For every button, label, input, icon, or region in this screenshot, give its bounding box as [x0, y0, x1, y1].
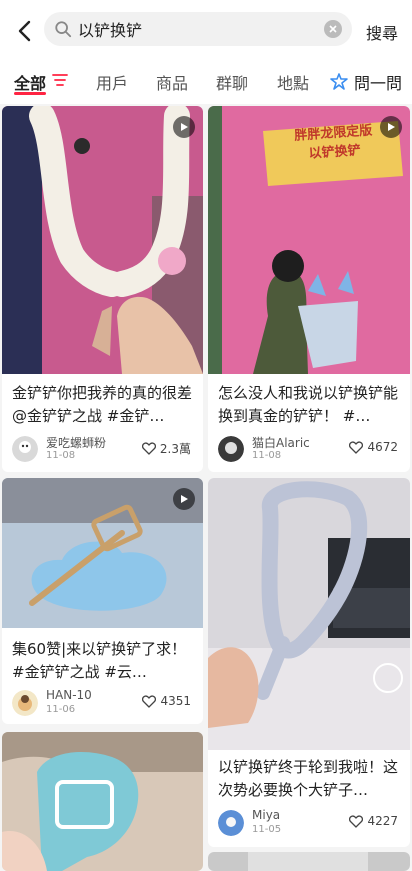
active-tab-indicator	[14, 92, 46, 95]
video-indicator	[380, 116, 402, 138]
play-icon	[388, 123, 395, 131]
author-name[interactable]: Miya	[252, 808, 280, 822]
note-cover-image	[2, 106, 203, 374]
like-button[interactable]: 4227	[349, 814, 398, 828]
post-date: 11-08	[252, 450, 282, 461]
like-count: 4351	[160, 694, 191, 708]
play-icon	[181, 123, 188, 131]
back-arrow-icon	[18, 20, 31, 42]
avatar[interactable]	[12, 690, 38, 716]
search-box[interactable]	[44, 12, 352, 46]
note-cover-image	[208, 478, 410, 750]
ask-label: 問一問	[354, 74, 403, 93]
note-card[interactable]: 金铲铲你把我养的真的很差@金铲铲之战 #金铲… 爱吃螺蛳粉 11-08 2.3萬	[2, 106, 203, 472]
note-meta: 猫白Alaric 11-08 4672	[218, 436, 402, 466]
filter-icon[interactable]	[52, 73, 68, 87]
search-input[interactable]	[78, 19, 298, 39]
tab-users[interactable]: 用戶	[96, 70, 128, 94]
tab-places[interactable]: 地點	[277, 70, 309, 94]
note-caption: 怎么没人和我说以铲换铲能换到真金的铲铲！ #…	[218, 384, 399, 425]
note-card[interactable]: 集60赞|来以铲换铲了求！ #金铲铲之战 #云… HAN-10 11-06 43…	[2, 478, 203, 724]
like-button[interactable]: 4351	[142, 694, 191, 708]
ask-button[interactable]: 問一問	[326, 67, 403, 97]
video-indicator	[173, 488, 195, 510]
like-count: 2.3萬	[159, 442, 191, 456]
sparkle-icon	[330, 73, 348, 90]
post-date: 11-05	[252, 824, 282, 835]
heart-icon	[142, 694, 157, 708]
note-cover-image	[208, 852, 410, 871]
post-date: 11-08	[46, 450, 76, 461]
author-name[interactable]: 爱吃螺蛳粉	[46, 434, 106, 451]
back-button[interactable]	[6, 13, 42, 49]
top-bar: 搜尋	[0, 0, 412, 62]
note-card[interactable]: 以铲换铲终于轮到我啦！这次势必要换个大铲子… Miya 11-05 4227	[208, 478, 410, 847]
like-count: 4227	[367, 814, 398, 828]
heart-icon	[349, 814, 364, 828]
note-meta: 爱吃螺蛳粉 11-08 2.3萬	[12, 436, 195, 466]
like-button[interactable]: 4672	[349, 440, 398, 454]
avatar[interactable]	[218, 436, 244, 462]
search-icon	[55, 21, 72, 38]
results-feed: 金铲铲你把我养的真的很差@金铲铲之战 #金铲… 爱吃螺蛳粉 11-08 2.3萬…	[0, 104, 412, 871]
note-card[interactable]: 胖胖龙限定版 以铲换铲 怎么没人和我说以铲换铲能换到真金的铲铲！ #… 猫白Al…	[208, 106, 410, 472]
like-button[interactable]: 2.3萬	[141, 440, 191, 457]
video-indicator	[173, 116, 195, 138]
note-cover-image	[2, 732, 203, 871]
tab-all[interactable]: 全部	[14, 70, 46, 94]
tab-groups[interactable]: 群聊	[216, 70, 248, 94]
like-count: 4672	[367, 440, 398, 454]
play-icon	[181, 495, 188, 503]
tab-products[interactable]: 商品	[156, 70, 188, 94]
note-caption: 以铲换铲终于轮到我啦！这次势必要换个大铲子…	[218, 758, 399, 799]
close-icon	[329, 25, 337, 33]
avatar[interactable]	[12, 436, 38, 462]
post-date: 11-06	[46, 704, 76, 715]
note-card[interactable]	[208, 852, 410, 871]
note-caption: 集60赞|来以铲换铲了求！ #金铲铲之战 #云…	[12, 640, 187, 681]
note-meta: HAN-10 11-06 4351	[12, 688, 195, 720]
clear-search-button[interactable]	[324, 20, 342, 38]
note-meta: Miya 11-05 4227	[218, 808, 402, 840]
avatar[interactable]	[218, 810, 244, 836]
author-name[interactable]: HAN-10	[46, 688, 92, 702]
note-caption: 金铲铲你把我养的真的很差@金铲铲之战 #金铲…	[12, 384, 193, 425]
heart-icon	[349, 440, 364, 454]
search-button[interactable]: 搜尋	[366, 20, 398, 44]
heart-icon	[141, 442, 156, 455]
filter-tabs: 全部 用戶 商品 群聊 地點 問一問	[0, 62, 412, 104]
note-card[interactable]	[2, 732, 203, 871]
author-name[interactable]: 猫白Alaric	[252, 434, 310, 451]
